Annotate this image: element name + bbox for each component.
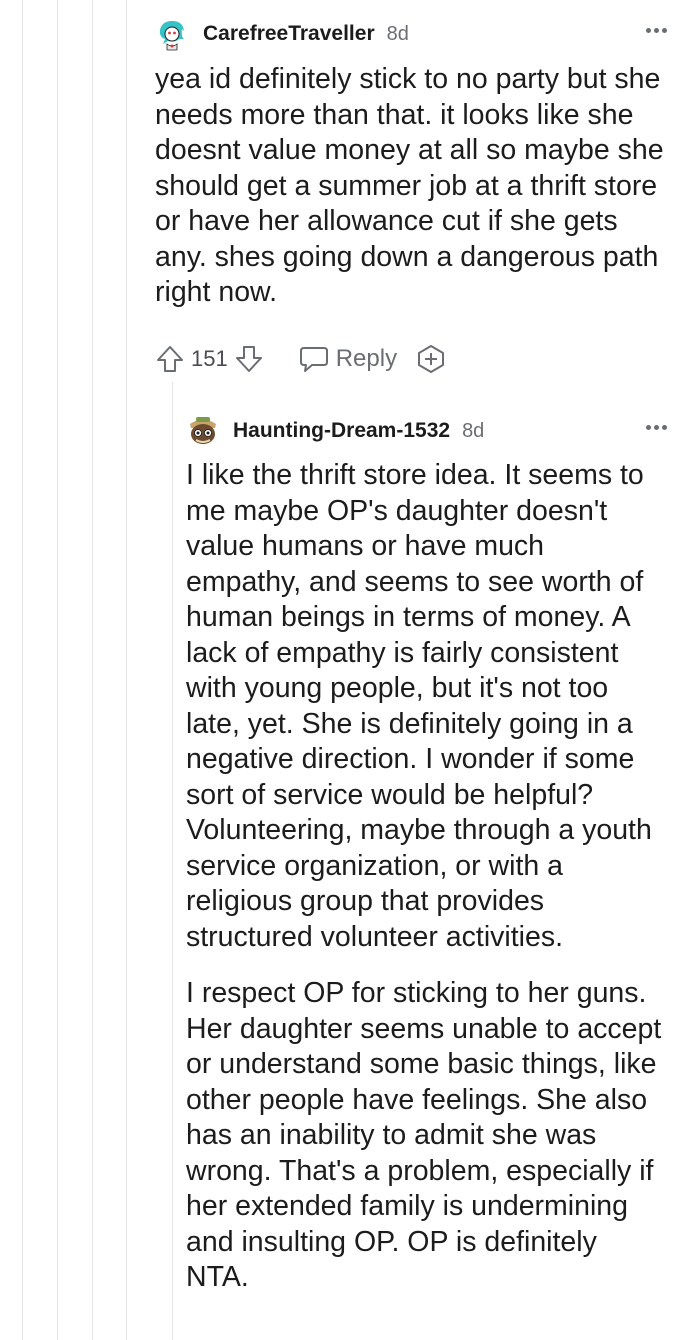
vote-controls: 151	[155, 344, 264, 374]
username[interactable]: Haunting-Dream-1532	[233, 419, 450, 443]
user-avatar[interactable]	[155, 17, 189, 51]
comment-age: 8d	[462, 419, 485, 442]
thread-line-1[interactable]	[22, 0, 23, 1340]
comment-actions: 151 Reply	[155, 339, 667, 379]
add-award-button[interactable]	[415, 343, 447, 375]
comment-paragraph: yea id definitely stick to no party but …	[155, 63, 664, 308]
reply-button[interactable]: Reply	[298, 344, 397, 374]
comment-age: 8d	[386, 22, 409, 45]
username[interactable]: CarefreeTraveller	[203, 22, 375, 46]
snoo-avatar-icon	[155, 17, 189, 51]
thread-line-3[interactable]	[92, 0, 93, 1340]
comment-meta: CarefreeTraveller 8d	[155, 14, 667, 54]
more-options-icon[interactable]	[646, 28, 667, 33]
reply-label: Reply	[335, 344, 398, 372]
vote-score: 151	[191, 345, 228, 371]
reply-comment: Haunting-Dream-1532 8d I like the thrift…	[186, 411, 667, 1296]
comment-bubble-icon	[298, 344, 330, 374]
upvote-arrow-icon[interactable]	[155, 344, 185, 374]
more-options-icon[interactable]	[646, 425, 667, 430]
add-award-icon	[415, 343, 447, 375]
comment-body: I like the thrift store idea. It seems t…	[186, 458, 667, 1296]
comment-paragraph: I like the thrift store idea. It seems t…	[186, 459, 652, 953]
comment-paragraph: I respect OP for sticking to her guns. H…	[186, 977, 662, 1293]
comment-body: yea id definitely stick to no party but …	[155, 62, 667, 311]
thread-line-2[interactable]	[57, 0, 58, 1340]
downvote-arrow-icon[interactable]	[234, 344, 264, 374]
thread-line-5[interactable]	[172, 382, 173, 1340]
snoo-avatar-icon	[186, 414, 220, 448]
thread-line-4[interactable]	[126, 0, 127, 1340]
comment-meta: Haunting-Dream-1532 8d	[186, 411, 667, 451]
comment: CarefreeTraveller 8d yea id definitely s…	[155, 14, 667, 379]
user-avatar[interactable]	[186, 414, 220, 448]
